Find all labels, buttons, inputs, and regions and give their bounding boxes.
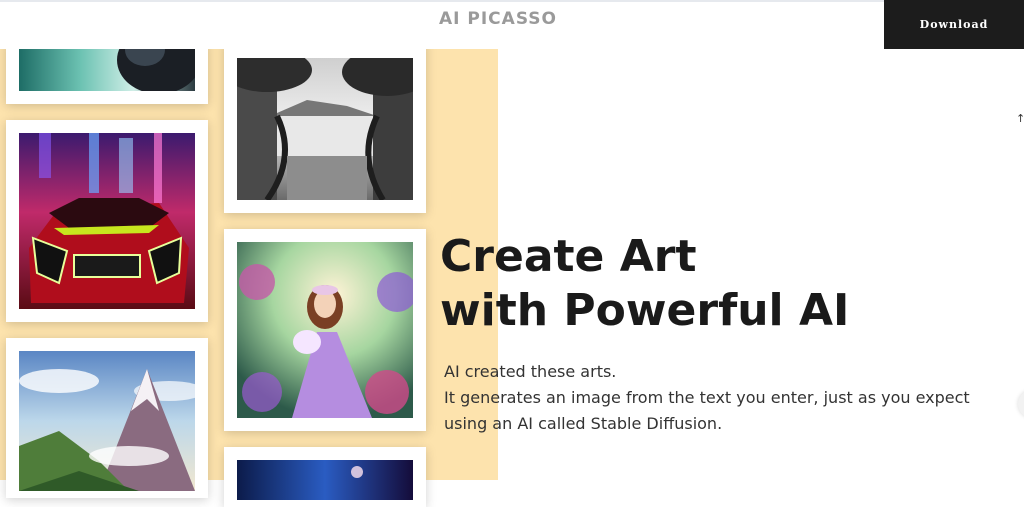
headline-line: Create Art bbox=[440, 231, 697, 282]
gallery-image-sketch bbox=[237, 58, 413, 200]
header-divider bbox=[0, 0, 1024, 2]
gallery-card[interactable] bbox=[6, 120, 208, 322]
gallery-card[interactable] bbox=[224, 229, 426, 431]
description-line: using an AI called Stable Diffusion. bbox=[444, 414, 723, 433]
gallery-card[interactable] bbox=[224, 40, 426, 213]
headline-line: with Powerful AI bbox=[440, 285, 850, 336]
download-button[interactable]: Download bbox=[884, 0, 1024, 49]
gallery-card[interactable] bbox=[224, 447, 426, 507]
gallery-image-car bbox=[19, 133, 195, 309]
description-line: It generates an image from the text you … bbox=[444, 388, 970, 407]
gallery-image-mountain bbox=[19, 351, 195, 491]
hero-headline: Create Art with Powerful AI bbox=[440, 230, 849, 338]
gallery-image-night bbox=[237, 460, 413, 500]
site-logo[interactable]: AI PICASSO bbox=[0, 9, 996, 29]
up-arrow-icon[interactable]: ↑ bbox=[1016, 112, 1024, 125]
gallery-card[interactable] bbox=[6, 40, 208, 104]
gallery-image-princess bbox=[237, 242, 413, 418]
hero-description: AI created these arts. It generates an i… bbox=[444, 359, 970, 437]
top-header: AI PICASSO Download bbox=[0, 0, 1024, 49]
side-tab-button[interactable] bbox=[1018, 390, 1024, 418]
description-line: AI created these arts. bbox=[444, 362, 617, 381]
gallery-card[interactable] bbox=[6, 338, 208, 498]
